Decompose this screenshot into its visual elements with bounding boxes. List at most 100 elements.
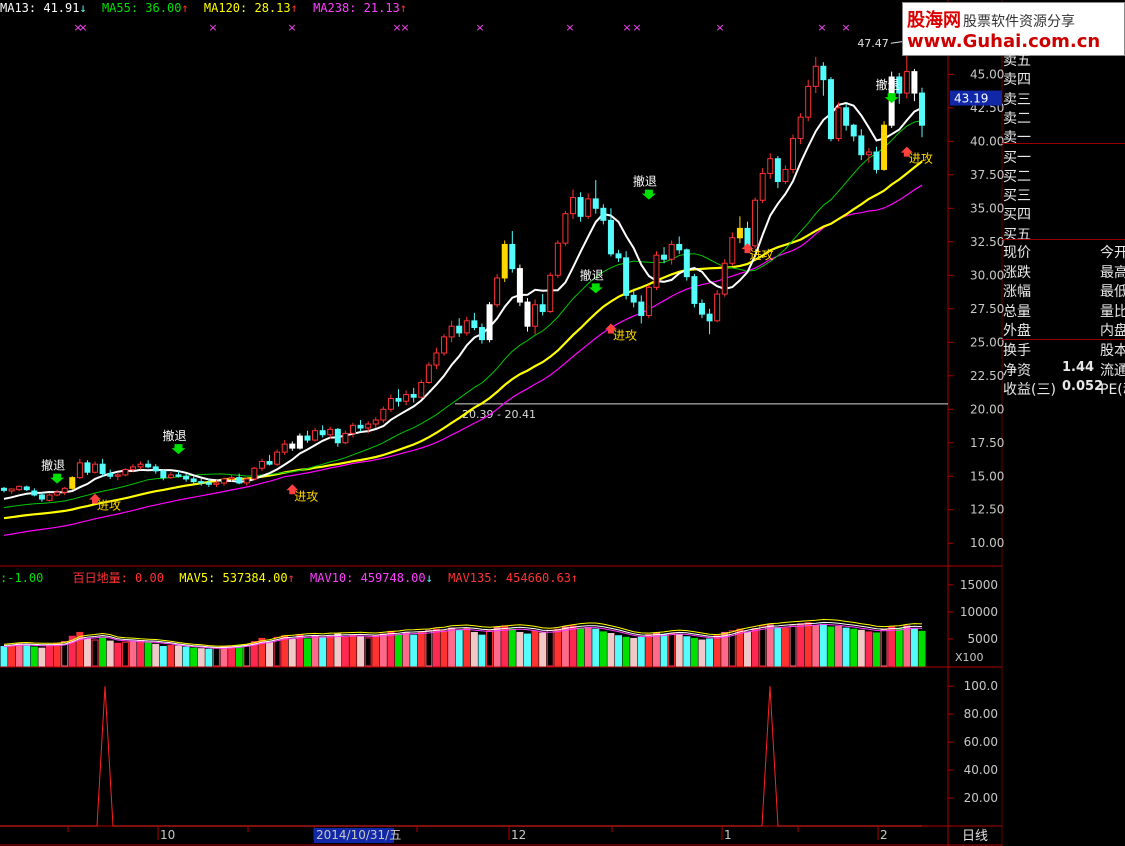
volume-bar <box>455 629 463 667</box>
candle-body <box>175 474 182 477</box>
price-tick-label: 45.00 <box>970 67 1004 81</box>
volume-bar <box>660 634 668 667</box>
guhai-watermark: 股海网 股票软件资源分享 www.Guhai.com.cn <box>902 2 1125 56</box>
order-book-level: 买三 <box>1003 188 1031 205</box>
candle-body <box>327 428 334 436</box>
volume-bar <box>850 628 858 667</box>
volume-bar <box>812 624 820 667</box>
candle-body <box>296 435 303 449</box>
volume-tick-label: 15000 <box>960 578 998 592</box>
candle-body <box>281 443 288 453</box>
candle-body <box>463 320 470 334</box>
candle-body <box>99 463 106 475</box>
volume-bar <box>364 637 372 667</box>
candle-body <box>683 249 690 278</box>
x-tick-label: 2 <box>880 828 888 842</box>
candle-body <box>266 461 273 465</box>
quote-field-label: 涨幅 <box>1003 284 1031 300</box>
candle-body <box>38 494 45 500</box>
volume-bar <box>417 631 425 667</box>
volume-bar <box>561 626 569 667</box>
volume-bar <box>668 633 676 667</box>
volume-bar <box>15 643 23 667</box>
order-book-level: 买一 <box>1003 149 1031 166</box>
volume-bar <box>174 645 182 667</box>
candle-body <box>349 424 356 434</box>
candle-body <box>54 491 61 496</box>
mav135-legend: MAV135: 454660.63↑ <box>448 571 579 585</box>
candle-body <box>160 470 167 479</box>
volume-bar <box>463 628 471 667</box>
quote-field-label-right: 最低 <box>1100 284 1125 300</box>
order-book-level: 买四 <box>1003 207 1031 224</box>
volume-bar <box>516 631 524 667</box>
volume-bar <box>83 638 91 667</box>
volume-bar <box>205 648 213 667</box>
candle-body <box>623 257 630 296</box>
volume-bar <box>8 644 16 667</box>
retreat-signal-label: 撤退 <box>876 77 900 92</box>
volume-bar <box>372 635 380 667</box>
candle-body <box>516 268 523 303</box>
candle-body <box>630 294 637 303</box>
bairi-legend: 百日地量: 0.00 <box>72 571 164 585</box>
candle-body <box>92 463 99 473</box>
volume-bar <box>774 627 782 667</box>
volume-bar <box>751 628 759 667</box>
volume-unit-label: X100 <box>955 651 984 664</box>
volume-bar <box>334 633 342 667</box>
quote-separator <box>1002 239 1125 240</box>
volume-bar <box>296 634 304 667</box>
price-tick-label: 15.00 <box>970 469 1004 483</box>
candle-body <box>380 408 387 421</box>
candle-body <box>645 286 652 316</box>
candle-body <box>592 198 599 209</box>
candle-body <box>342 432 349 444</box>
volume-tick-label: 10000 <box>960 605 998 619</box>
candle-body <box>145 463 152 468</box>
volume-bar <box>288 638 296 667</box>
volume-bar <box>888 626 896 667</box>
candle-body <box>448 325 455 338</box>
quote-field-label-right: 今开 <box>1100 245 1125 261</box>
stock-chart-canvas[interactable]: 10.00 12.50 15.00 17.50 20.00 22.50 25.00 27.50… <box>0 0 1125 846</box>
candle-body <box>850 124 857 137</box>
volume-bar <box>281 635 289 667</box>
volume-bar <box>857 629 865 667</box>
volume-bar <box>326 635 334 667</box>
candle-body <box>858 135 865 156</box>
volume-tick-label: 5000 <box>967 632 998 646</box>
volume-bar <box>615 635 623 667</box>
volume-bar <box>319 637 327 667</box>
candle-body <box>797 116 804 140</box>
volume-bar <box>53 642 61 667</box>
candle-body <box>198 481 205 484</box>
candle-body <box>69 477 76 489</box>
order-book-level: 买二 <box>1003 168 1031 185</box>
candle-body <box>820 65 827 81</box>
volume-bar <box>152 643 160 667</box>
mav5-legend: MAV5: 537384.00↑ <box>179 571 295 585</box>
volume-bar <box>311 635 319 667</box>
ma13-line <box>3 101 923 500</box>
signal-marker-icon: × <box>841 21 850 34</box>
candle-body <box>911 71 918 94</box>
volume-bar <box>797 623 805 667</box>
volume-bar <box>30 646 38 667</box>
volume-bar <box>652 632 660 667</box>
candle-body <box>251 467 258 480</box>
volume-bar <box>129 641 137 667</box>
candle-body <box>562 213 569 244</box>
price-tick-label: 22.50 <box>970 369 1004 383</box>
candle-body <box>274 451 281 465</box>
signal-marker-icon: × <box>632 21 641 34</box>
candle-body <box>668 243 675 260</box>
stat-field-label-right: 股本 <box>1100 343 1125 359</box>
candle-body <box>532 304 539 327</box>
candle-body <box>865 151 872 156</box>
volume-bar <box>880 629 888 667</box>
volume-bar <box>599 631 607 667</box>
volume-bar <box>895 628 903 667</box>
volume-bar <box>470 631 478 667</box>
volume-bar <box>622 636 630 667</box>
